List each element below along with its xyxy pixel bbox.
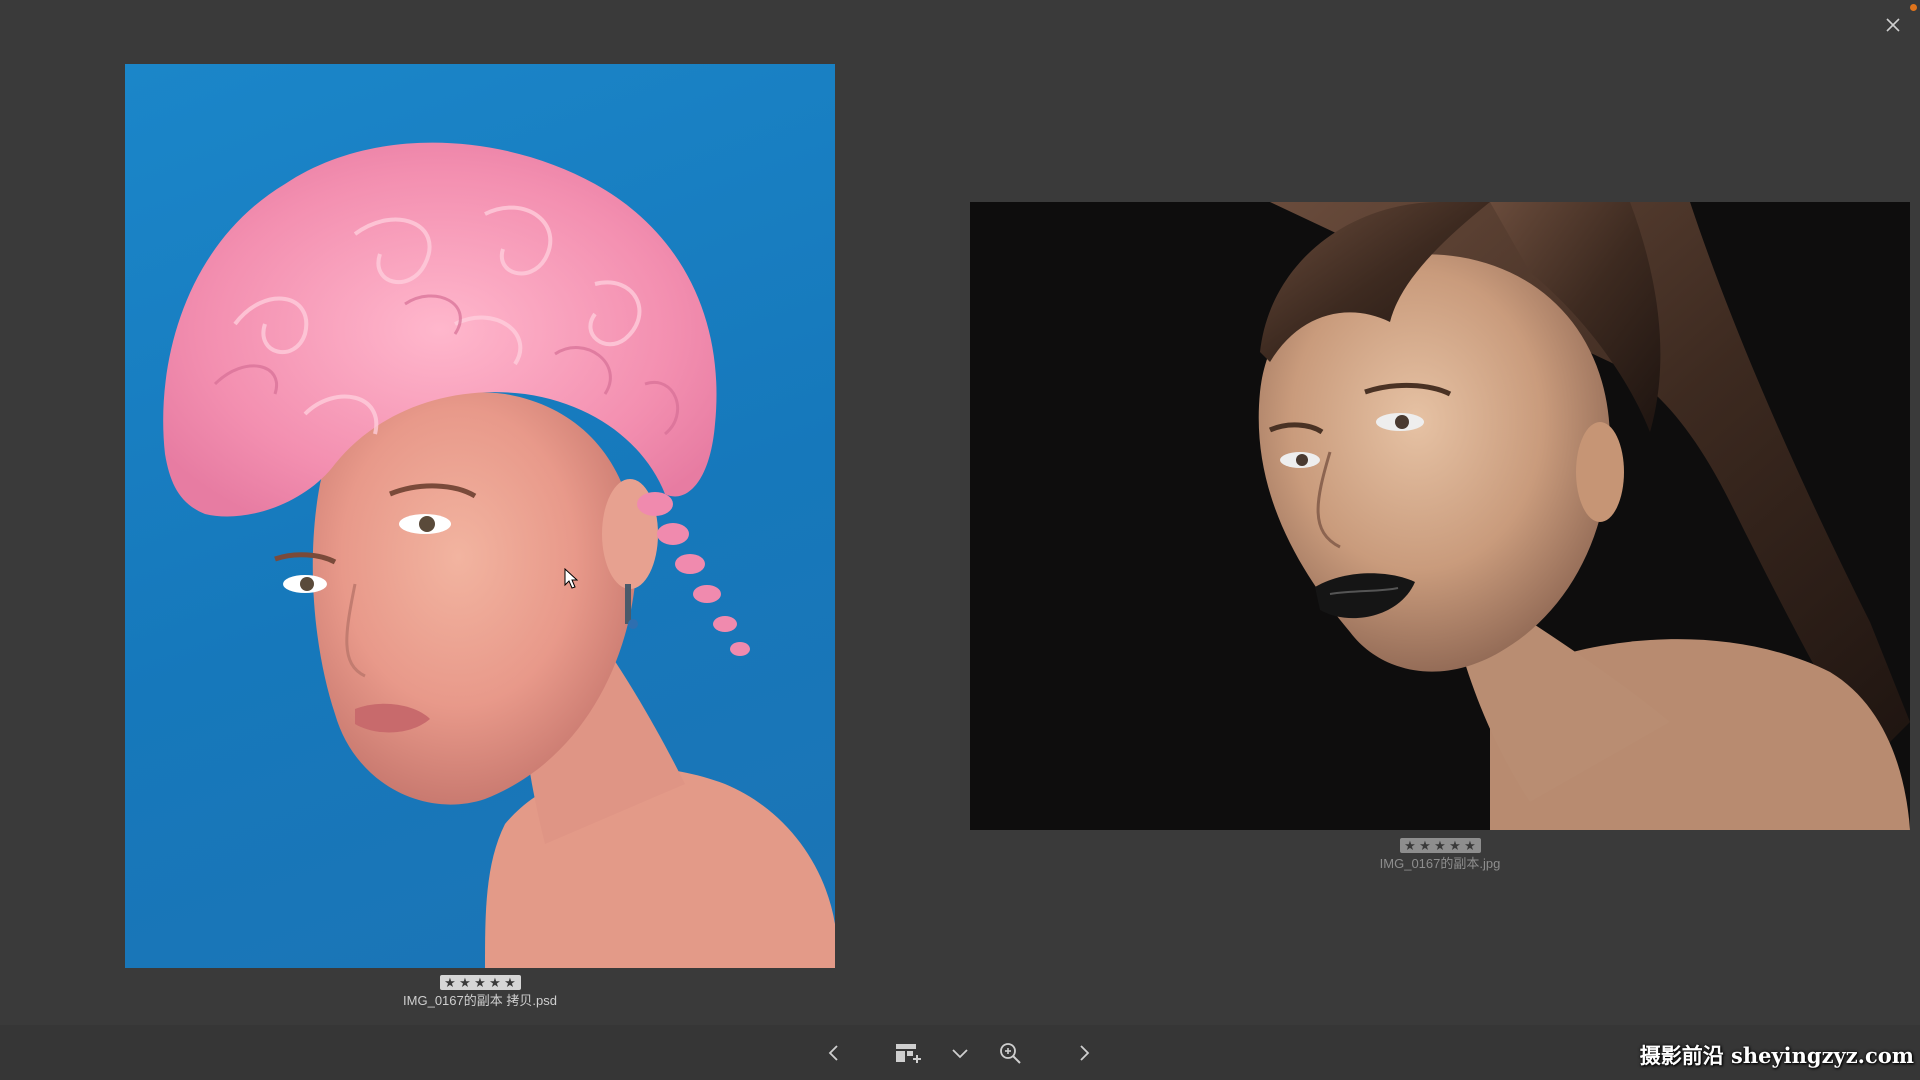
layout-button[interactable]: [890, 1035, 926, 1071]
star-icon[interactable]: ★: [1464, 839, 1477, 852]
filename-label-right: IMG_0167的副本.jpg: [1379, 856, 1501, 871]
previous-button[interactable]: [816, 1035, 852, 1071]
close-icon: [1886, 18, 1900, 32]
star-icon[interactable]: ★: [459, 976, 472, 989]
notification-dot: [1910, 4, 1917, 11]
star-rating-right[interactable]: ★ ★ ★ ★ ★: [1399, 838, 1481, 853]
next-button[interactable]: [1066, 1035, 1102, 1071]
bottom-toolbar: [0, 1025, 1920, 1080]
preview-viewer: ★ ★ ★ ★ ★ IMG_0167的副本 拷贝.psd ★ ★ ★ ★ ★ I…: [0, 0, 1920, 1080]
star-icon[interactable]: ★: [1449, 839, 1462, 852]
star-icon[interactable]: ★: [1419, 839, 1432, 852]
star-icon[interactable]: ★: [1434, 839, 1447, 852]
photo-meta-left: ★ ★ ★ ★ ★ IMG_0167的副本 拷贝.psd: [125, 975, 835, 1009]
star-icon[interactable]: ★: [1404, 839, 1417, 852]
mouse-cursor-icon: [564, 568, 578, 589]
star-icon[interactable]: ★: [444, 976, 457, 989]
filename-label-left: IMG_0167的副本 拷贝.psd: [403, 993, 557, 1008]
chevron-right-icon: [1080, 1045, 1090, 1061]
chevron-down-icon: [952, 1049, 968, 1059]
star-rating-left[interactable]: ★ ★ ★ ★ ★: [439, 975, 521, 990]
star-icon[interactable]: ★: [489, 976, 502, 989]
zoom-in-icon: [1000, 1043, 1021, 1064]
portrait-pink-hair-image: [163, 142, 835, 968]
layout-dropdown-button[interactable]: [942, 1035, 978, 1071]
watermark-text: 摄影前沿 sheyingzyz.com: [1639, 1043, 1914, 1068]
portrait-dark-lips-image: [1258, 202, 1910, 830]
close-button[interactable]: [1880, 12, 1906, 38]
chevron-left-icon: [828, 1045, 838, 1061]
photo-thumbnail-right[interactable]: [970, 202, 1910, 830]
star-icon[interactable]: ★: [474, 976, 487, 989]
zoom-button[interactable]: [992, 1035, 1028, 1071]
star-icon[interactable]: ★: [504, 976, 517, 989]
photo-thumbnail-left[interactable]: [125, 64, 835, 968]
photo-meta-right: ★ ★ ★ ★ ★ IMG_0167的副本.jpg: [970, 838, 1910, 872]
layout-add-icon: [896, 1044, 921, 1063]
